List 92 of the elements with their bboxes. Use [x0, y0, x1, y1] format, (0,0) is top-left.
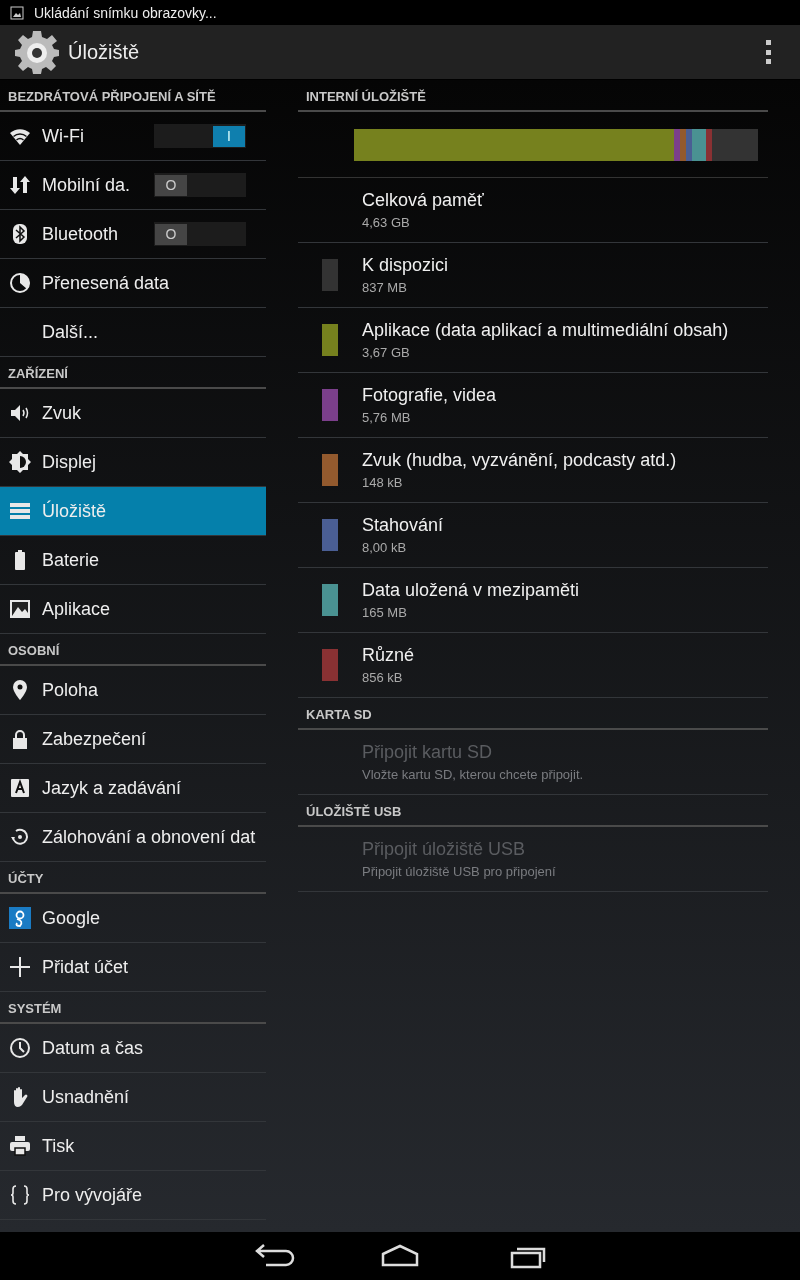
section-header: INTERNÍ ÚLOŽIŠTĚ	[298, 80, 768, 112]
clock-icon	[8, 1036, 32, 1060]
section-header: KARTA SD	[298, 698, 768, 730]
sidebar-item[interactable]: Usnadnění	[0, 1073, 266, 1122]
sidebar-item-label: Přenesená data	[42, 272, 171, 294]
row-summary: 4,63 GB	[362, 215, 411, 230]
row-summary: 165 MB	[362, 605, 408, 620]
row-summary: 856 kB	[362, 670, 404, 685]
row-title: Stahování	[362, 515, 444, 536]
keyboard-letter-icon	[8, 776, 32, 800]
sidebar-item[interactable]: Tisk	[0, 1122, 266, 1171]
row-summary: 148 kB	[362, 475, 404, 490]
sidebar-item-label: Přidat účet	[42, 956, 130, 978]
sidebar-item-label: Zvuk	[42, 402, 82, 424]
storage-row[interactable]: Stahování 8,00 kB	[298, 503, 768, 568]
printer-icon	[8, 1134, 32, 1158]
sidebar-item[interactable]: Datum a čas	[0, 1024, 266, 1073]
sidebar-item-label: Jazyk a zadávání	[42, 777, 183, 799]
row-title: Celková paměť	[362, 190, 484, 211]
row-title: Data uložená v mezipaměti	[362, 580, 580, 601]
sidebar-item-label: Úložiště	[42, 500, 108, 522]
row-summary: 3,67 GB	[362, 345, 411, 360]
sidebar-item-label: Aplikace	[42, 598, 112, 620]
gear-icon[interactable]	[14, 29, 60, 75]
row-title: K dispozici	[362, 255, 449, 276]
pie-chart-icon	[8, 271, 32, 295]
sidebar-item-label: Baterie	[42, 549, 101, 571]
sidebar-item-label: Google	[42, 907, 102, 929]
screen-title: Úložiště	[68, 40, 141, 64]
row-summary: 8,00 kB	[362, 540, 408, 555]
curly-braces-icon	[8, 1183, 32, 1207]
row-title: Zvuk (hudba, vyzvánění, podcasty atd.)	[362, 450, 677, 471]
sidebar-item[interactable]: Wi-Fi I	[0, 112, 266, 161]
sidebar-item[interactable]: Pro vývojáře	[0, 1171, 266, 1220]
sidebar-item[interactable]: Úložiště	[0, 487, 266, 536]
sidebar-item[interactable]: Baterie	[0, 536, 266, 585]
brightness-icon	[8, 450, 32, 474]
sidebar-item-label: Zálohování a obnovení dat	[42, 826, 257, 848]
notification-text: Ukládání snímku obrazovky...	[34, 4, 217, 21]
sidebar-item-label: Datum a čas	[42, 1037, 145, 1059]
sidebar-item[interactable]: Bluetooth O	[0, 210, 266, 259]
sidebar-item[interactable]: Další...	[0, 308, 266, 357]
sidebar-item-label: Displej	[42, 451, 98, 473]
toggle-switch[interactable]: O	[154, 222, 246, 246]
row-title: Fotografie, videa	[362, 385, 497, 406]
section-header: OSOBNÍ	[0, 634, 266, 666]
sidebar-item-label: Bluetooth	[42, 223, 120, 245]
section-header: ÚLOŽIŠTĚ USB	[298, 795, 768, 827]
sidebar-item-label: Tisk	[42, 1135, 76, 1157]
row-summary: 837 MB	[362, 280, 408, 295]
sidebar-item[interactable]: Jazyk a zadávání	[0, 764, 266, 813]
storage-row[interactable]: Celková paměť 4,63 GB	[298, 178, 768, 243]
image-icon	[8, 597, 32, 621]
sidebar-item-label: Wi-Fi	[42, 125, 85, 147]
row-title: Připojit kartu SD	[362, 742, 494, 763]
toggle-switch[interactable]: I	[154, 124, 246, 148]
sidebar-item[interactable]: Přenesená data	[0, 259, 266, 308]
storage-row[interactable]: Data uložená v mezipaměti 165 MB	[298, 568, 768, 633]
overflow-menu-button[interactable]	[764, 40, 772, 64]
sidebar-item[interactable]: Poloha	[0, 666, 266, 715]
sidebar-item-label: Další...	[42, 321, 99, 343]
row-summary: 5,76 MB	[362, 410, 412, 425]
section-header: ZAŘÍZENÍ	[0, 357, 266, 389]
sidebar-item[interactable]: Zvuk	[0, 389, 266, 438]
sidebar-item[interactable]: Mobilní da. O	[0, 161, 266, 210]
sidebar-item[interactable]: Zabezpečení	[0, 715, 266, 764]
storage-row[interactable]: K dispozici 837 MB	[298, 243, 768, 308]
row-title: Připojit úložiště USB	[362, 839, 527, 860]
sidebar-item[interactable]: Google	[0, 894, 266, 943]
storage-row[interactable]: Zvuk (hudba, vyzvánění, podcasty atd.) 148 kB	[298, 438, 768, 503]
storage-row[interactable]: Fotografie, videa 5,76 MB	[298, 373, 768, 438]
sidebar-item[interactable]: Zálohování a obnovení dat	[0, 813, 266, 862]
section-header: SYSTÉM	[0, 992, 266, 1024]
storage-row[interactable]: Různé 856 kB	[298, 633, 768, 698]
image-icon	[10, 5, 24, 20]
google-account-icon	[8, 906, 32, 930]
storage-row[interactable]: Aplikace (data aplikací a multimediální obsah) 3,67 GB	[298, 308, 768, 373]
section-header: BEZDRÁTOVÁ PŘIPOJENÍ A SÍTĚ	[0, 80, 266, 112]
row-summary: Připojit úložiště USB pro připojení	[362, 864, 556, 879]
sidebar-item[interactable]: Přidat účet	[0, 943, 266, 992]
toggle-switch[interactable]: O	[154, 173, 246, 197]
plus-icon	[8, 955, 32, 979]
sidebar-item-label: Mobilní da.	[42, 174, 132, 196]
sidebar-item-label: Zabezpečení	[42, 728, 148, 750]
sidebar-item-label: Usnadnění	[42, 1086, 131, 1108]
sidebar-item-label: Pro vývojáře	[42, 1184, 144, 1206]
sidebar-item-label: Poloha	[42, 679, 100, 701]
row-summary: Vložte kartu SD, kterou chcete připojit.	[362, 767, 584, 782]
section-header: ÚČTY	[0, 862, 266, 894]
row-title: Aplikace (data aplikací a multimediální obsah)	[362, 320, 729, 341]
sidebar-item[interactable]: Aplikace	[0, 585, 266, 634]
row-title: Různé	[362, 645, 415, 666]
